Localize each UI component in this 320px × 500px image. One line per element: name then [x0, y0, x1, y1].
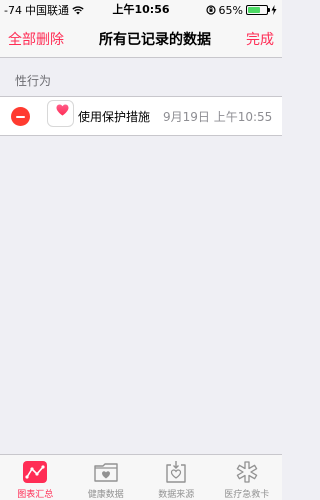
chart-icon	[22, 459, 48, 484]
download-heart-icon	[163, 459, 189, 484]
battery-fill	[248, 7, 260, 13]
battery-percent: 65%	[218, 3, 243, 17]
tab-chart-summary[interactable]: 图表汇总	[0, 455, 71, 500]
orientation-lock-icon	[205, 5, 216, 15]
nav-bar: 全部删除 所有已记录的数据 完成	[0, 20, 282, 58]
minus-icon	[16, 115, 25, 118]
tab-data-sources[interactable]: 数据来源	[141, 455, 212, 500]
section-header: 性行为	[15, 74, 52, 88]
medical-star-icon	[234, 459, 260, 484]
delete-row-button[interactable]	[11, 107, 30, 126]
battery-tip	[268, 8, 270, 12]
tab-label: 图表汇总	[17, 490, 54, 500]
charging-bolt-icon	[271, 5, 277, 15]
battery-icon	[246, 5, 270, 15]
record-title: 使用保护措施	[78, 110, 151, 124]
page-title: 所有已记录的数据	[99, 31, 211, 48]
record-timestamp: 9月19日 上午10:55	[163, 110, 273, 124]
signal-strength: -74	[4, 3, 22, 17]
delete-all-button[interactable]: 全部删除	[8, 29, 64, 49]
folder-heart-icon	[93, 459, 119, 484]
tab-label: 健康数据	[87, 490, 124, 500]
tab-label: 数据来源	[158, 490, 195, 500]
tab-label: 医疗急救卡	[224, 490, 270, 500]
heart-icon	[56, 104, 69, 116]
carrier-name: 中国联通	[24, 4, 69, 17]
status-bar: -74 中国联通 65% 上午10:56	[0, 0, 282, 20]
tab-health-data[interactable]: 健康数据	[71, 455, 142, 500]
list-item[interactable]: 使用保护措施 9月19日 上午10:55	[0, 97, 282, 135]
tab-bar: 图表汇总 健康数据 数据来源 医疗急救卡	[0, 454, 282, 500]
health-heart-icon	[47, 100, 74, 127]
status-left: -74 中国联通	[4, 2, 84, 18]
done-button[interactable]: 完成	[246, 29, 274, 49]
wifi-icon	[72, 5, 84, 14]
status-right: 65%	[205, 3, 277, 17]
records-list: 使用保护措施 9月19日 上午10:55	[0, 96, 282, 136]
tab-medical-id[interactable]: 医疗急救卡	[212, 455, 283, 500]
